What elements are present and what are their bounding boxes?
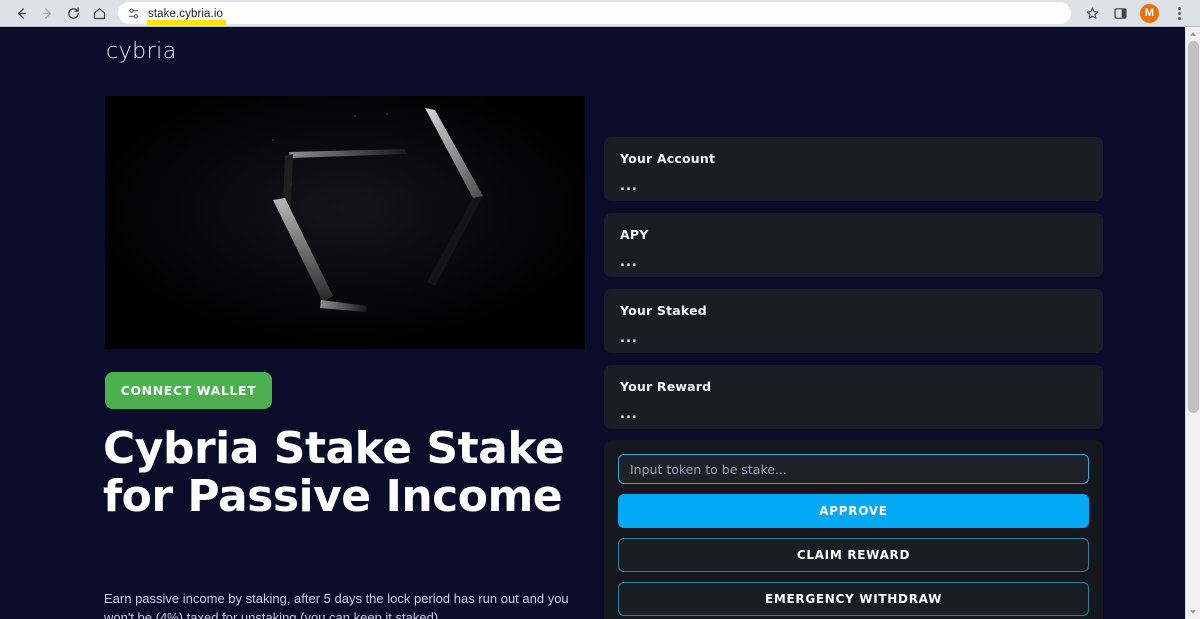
url-text: stake.cybria.io	[148, 8, 224, 20]
three-dot-menu-icon	[1169, 6, 1189, 20]
stat-label: Your Account	[620, 151, 716, 166]
reload-icon	[66, 6, 81, 21]
hero-description: Earn passive income by staking, after 5 …	[104, 591, 569, 619]
hexagonal-ring-animation	[105, 96, 585, 349]
scroll-up-arrow-icon[interactable]	[1186, 27, 1200, 41]
stat-card-your-staked: Your Staked ...	[604, 289, 1103, 353]
back-button[interactable]	[8, 1, 34, 25]
stat-value: ...	[620, 255, 638, 270]
browser-toolbar: stake.cybria.io M	[0, 0, 1200, 27]
connect-wallet-button[interactable]: CONNECT WALLET	[105, 372, 272, 409]
back-arrow-icon	[14, 6, 29, 21]
stat-value: ...	[620, 331, 638, 346]
stat-label: Your Reward	[620, 379, 712, 394]
home-icon	[92, 6, 107, 21]
star-icon	[1085, 6, 1100, 21]
forward-arrow-icon	[40, 6, 55, 21]
page-title: Cybria Stake Stake for Passive Income	[103, 423, 565, 522]
scroll-down-arrow-icon[interactable]	[1186, 605, 1200, 619]
url-wrapper: stake.cybria.io	[147, 4, 227, 25]
stat-value: ...	[620, 179, 638, 194]
url-highlight	[147, 20, 227, 25]
stat-card-your-account: Your Account ...	[604, 137, 1103, 201]
claim-reward-button[interactable]: CLAIM REWARD	[618, 538, 1089, 572]
site-settings-icon[interactable]	[126, 6, 141, 21]
forward-button[interactable]	[34, 1, 60, 25]
stat-label: Your Staked	[620, 303, 707, 318]
approve-button[interactable]: APPROVE	[618, 494, 1089, 528]
side-panel-button[interactable]	[1107, 1, 1133, 25]
profile-avatar[interactable]: M	[1140, 3, 1159, 23]
reload-button[interactable]	[60, 1, 86, 25]
emergency-withdraw-button[interactable]: EMERGENCY WITHDRAW	[618, 582, 1089, 616]
stake-amount-input[interactable]	[618, 454, 1089, 484]
hero-video[interactable]	[105, 96, 585, 349]
page-content: cybria CONNECT WALLET Cybria Stake Stake…	[0, 27, 1185, 619]
bookmark-button[interactable]	[1079, 1, 1105, 25]
chrome-menu-button[interactable]	[1166, 1, 1192, 25]
chrome-right-controls: M	[1079, 1, 1192, 25]
home-button[interactable]	[86, 1, 112, 25]
scrollbar-thumb[interactable]	[1188, 41, 1199, 413]
stat-label: APY	[620, 227, 649, 242]
stat-card-apy: APY ...	[604, 213, 1103, 277]
stat-card-your-reward: Your Reward ...	[604, 365, 1103, 429]
stat-value: ...	[620, 407, 638, 422]
side-panel-icon	[1113, 6, 1128, 21]
stake-action-panel: APPROVE CLAIM REWARD EMERGENCY WITHDRAW	[604, 440, 1103, 619]
address-bar[interactable]: stake.cybria.io	[118, 2, 1071, 25]
site-logo[interactable]: cybria	[106, 39, 177, 64]
browser-viewport: cybria CONNECT WALLET Cybria Stake Stake…	[0, 27, 1200, 619]
vertical-scrollbar[interactable]	[1185, 27, 1200, 619]
